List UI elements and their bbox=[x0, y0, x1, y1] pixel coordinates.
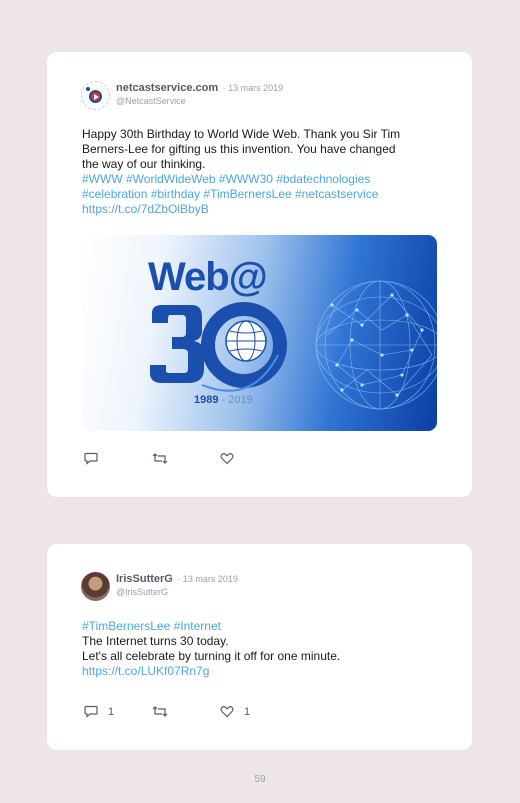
reply-count: 1 bbox=[108, 705, 115, 718]
hashtag-line[interactable]: #TimBernersLee #Internet bbox=[82, 619, 444, 634]
avatar[interactable] bbox=[81, 81, 110, 110]
display-name[interactable]: netcastservice.com bbox=[116, 82, 218, 94]
tweet-link[interactable]: https://t.co/7dZbOlBbyB bbox=[82, 202, 444, 217]
image-title: Web@ bbox=[148, 255, 268, 299]
tweet-text-line: Happy 30th Birthday to World Wide Web. T… bbox=[82, 127, 401, 141]
user-handle[interactable]: @NetcastService bbox=[116, 95, 283, 107]
like-button[interactable] bbox=[220, 452, 288, 465]
tweet-text: #TimBernersLee #Internet The Internet tu… bbox=[82, 619, 444, 679]
tweet-link[interactable]: https://t.co/LUKf07Rn7g bbox=[82, 664, 444, 679]
page-number: 59 bbox=[254, 774, 266, 785]
retweet-icon bbox=[152, 453, 168, 464]
tweet-header: netcastservice.com · 13 mars 2019 @Netca… bbox=[81, 81, 283, 110]
year-start: 1989 bbox=[194, 394, 219, 406]
reply-button[interactable] bbox=[84, 452, 152, 465]
like-icon bbox=[220, 706, 234, 718]
tweet-header: IrisSutterG · 13 mars 2019 @IrisSutterG bbox=[81, 572, 238, 601]
tweet-text-line: The Internet turns 30 today. bbox=[82, 634, 229, 648]
tweet-date[interactable]: · 13 mars 2019 bbox=[223, 83, 284, 93]
retweet-icon bbox=[152, 706, 168, 717]
tweet-actions: 1 1 bbox=[84, 705, 288, 718]
hashtag-line[interactable]: #WWW #WorldWideWeb #WWW30 #bdatechnologi… bbox=[82, 172, 444, 187]
reply-icon bbox=[84, 705, 98, 718]
hashtag-line[interactable]: #celebration #birthday #TimBernersLee #n… bbox=[82, 187, 444, 202]
tweet-text-line: Let's all celebrate by turning it off fo… bbox=[82, 649, 341, 663]
reply-button[interactable]: 1 bbox=[84, 705, 152, 718]
tweet-card: netcastservice.com · 13 mars 2019 @Netca… bbox=[47, 52, 472, 497]
image-years: 1989 - 2019 bbox=[194, 394, 253, 406]
tweet-date[interactable]: · 13 mars 2019 bbox=[177, 574, 238, 584]
retweet-button[interactable] bbox=[152, 452, 220, 465]
thirty-logo bbox=[150, 302, 287, 392]
tweet-text: Happy 30th Birthday to World Wide Web. T… bbox=[82, 127, 444, 217]
user-handle[interactable]: @IrisSutterG bbox=[116, 586, 238, 598]
display-name[interactable]: IrisSutterG bbox=[116, 573, 173, 585]
year-end: 2019 bbox=[228, 394, 253, 406]
tweet-actions bbox=[84, 452, 288, 465]
tweet-image[interactable]: Web@ 1989 - 2019 bbox=[82, 235, 437, 431]
tweet-text-line: Berners-Lee for gifting us this inventio… bbox=[82, 142, 396, 156]
like-button[interactable]: 1 bbox=[220, 705, 288, 718]
year-separator: - bbox=[218, 394, 229, 406]
reply-icon bbox=[84, 452, 98, 465]
retweet-button[interactable] bbox=[152, 705, 220, 718]
like-count: 1 bbox=[244, 705, 251, 718]
tweet-text-line: the way of our thinking. bbox=[82, 157, 206, 171]
tweet-card: IrisSutterG · 13 mars 2019 @IrisSutterG … bbox=[47, 544, 472, 750]
like-icon bbox=[220, 453, 234, 465]
avatar[interactable] bbox=[81, 572, 110, 601]
